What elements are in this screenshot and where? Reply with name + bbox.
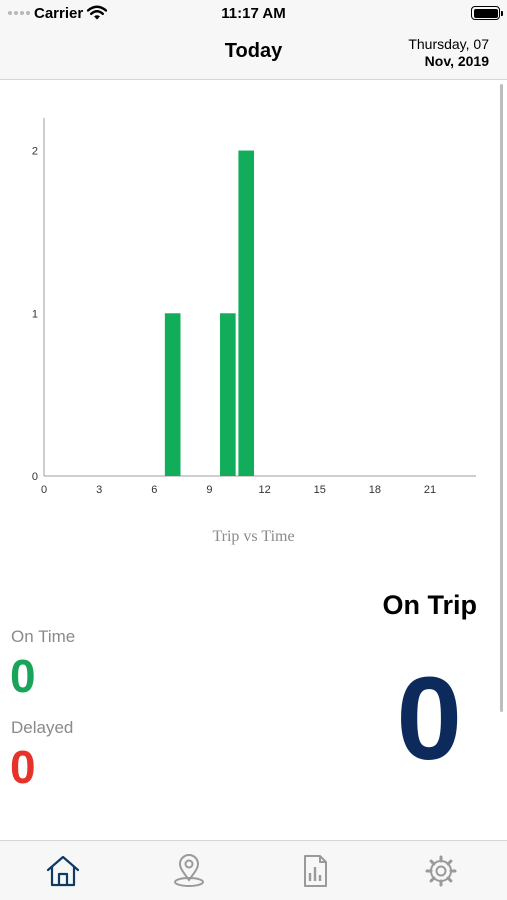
- scroll-indicator[interactable]: [500, 84, 503, 712]
- on-time-count: 0: [10, 650, 36, 702]
- date-weekday-day: Thursday, 07: [408, 36, 489, 52]
- delayed-label: Delayed: [11, 718, 74, 737]
- gear-icon: [425, 855, 457, 887]
- chart-title: Trip vs Time: [212, 528, 295, 545]
- x-tick-label: 6: [151, 484, 157, 496]
- tab-reports[interactable]: [252, 841, 378, 900]
- status-bar: Carrier 11:17 AM: [0, 0, 507, 26]
- tab-home[interactable]: [0, 841, 126, 900]
- x-tick-label: 9: [206, 484, 212, 496]
- on-time-label: On Time: [11, 627, 76, 646]
- chart-bar: [238, 150, 255, 476]
- x-tick-label: 18: [369, 484, 381, 496]
- tab-bar: [0, 840, 507, 900]
- date-month-year: Nov, 2019: [424, 53, 489, 69]
- x-tick-label: 21: [424, 484, 436, 496]
- tab-location[interactable]: [126, 841, 252, 900]
- date-display: Thursday, 07 Nov, 2019: [408, 36, 489, 70]
- y-tick-label: 1: [32, 308, 38, 320]
- status-time: 11:17 AM: [221, 5, 286, 22]
- map-pin-icon: [174, 854, 204, 887]
- home-icon: [46, 855, 80, 887]
- x-tick-label: 12: [258, 484, 270, 496]
- report-icon: [304, 855, 327, 887]
- x-tick-label: 0: [41, 484, 47, 496]
- trip-vs-time-chart: 0 3 6 9 12 15 18 21012: [32, 118, 476, 496]
- on-trip-count: 0: [396, 653, 462, 785]
- x-tick-label: 15: [314, 484, 326, 496]
- battery-icon: [471, 6, 503, 20]
- tab-settings[interactable]: [378, 841, 504, 900]
- navigation-bar: Today Thursday, 07 Nov, 2019: [0, 26, 507, 80]
- chart-bar: [220, 313, 236, 476]
- on-trip-label: On Trip: [382, 590, 478, 620]
- x-tick-label: 3: [96, 484, 102, 496]
- delayed-count: 0: [10, 741, 36, 793]
- y-tick-label: 0: [32, 471, 38, 483]
- y-tick-label: 2: [32, 146, 38, 158]
- chart-bar: [164, 313, 181, 476]
